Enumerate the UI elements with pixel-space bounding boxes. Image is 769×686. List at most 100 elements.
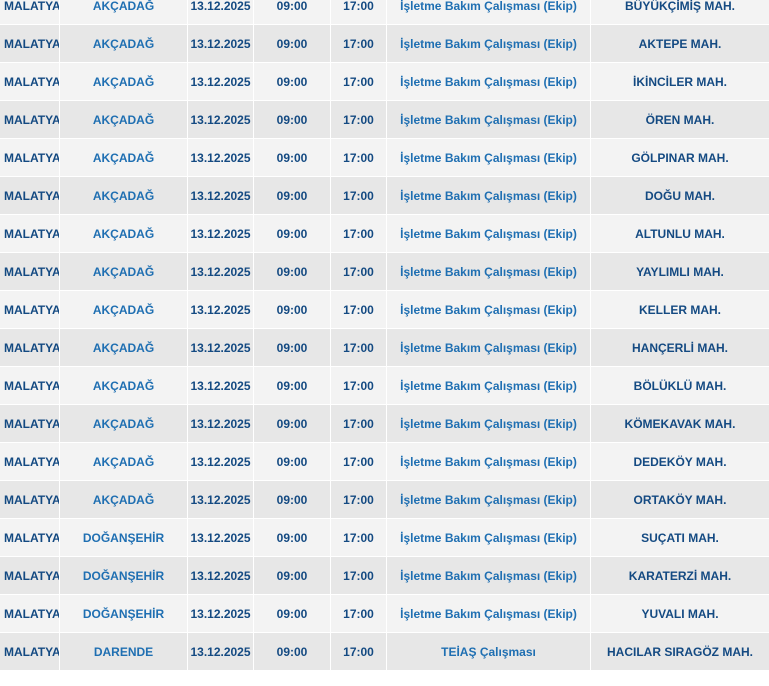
reason-cell: İşletme Bakım Çalışması (Ekip): [387, 595, 591, 632]
district-cell: AKÇADAĞ: [60, 139, 188, 176]
district-cell: AKÇADAĞ: [60, 329, 188, 366]
outage-table: MALATYA AKÇADAĞ 13.12.2025 09:00 17:00 İ…: [0, 0, 769, 671]
date-cell: 13.12.2025: [188, 519, 254, 556]
province-cell: MALATYA: [0, 557, 60, 594]
district-cell: AKÇADAĞ: [60, 101, 188, 138]
end-time-cell: 17:00: [331, 405, 387, 442]
date-cell: 13.12.2025: [188, 63, 254, 100]
reason-cell: İşletme Bakım Çalışması (Ekip): [387, 0, 591, 24]
province-cell: MALATYA: [0, 519, 60, 556]
province-cell: MALATYA: [0, 405, 60, 442]
neighborhood-cell: GÖLPINAR MAH.: [631, 150, 729, 165]
reason-cell: İşletme Bakım Çalışması (Ekip): [387, 101, 591, 138]
date-cell: 13.12.2025: [188, 633, 254, 670]
province-cell: MALATYA: [0, 0, 60, 24]
table-row: MALATYA AKÇADAĞ 13.12.2025 09:00 17:00 İ…: [0, 25, 769, 63]
start-time-cell: 09:00: [254, 367, 331, 404]
end-time-cell: 17:00: [331, 0, 387, 24]
reason-cell: İşletme Bakım Çalışması (Ekip): [387, 177, 591, 214]
reason-cell: İşletme Bakım Çalışması (Ekip): [387, 253, 591, 290]
table-row: MALATYA AKÇADAĞ 13.12.2025 09:00 17:00 İ…: [0, 177, 769, 215]
reason-cell: İşletme Bakım Çalışması (Ekip): [387, 329, 591, 366]
table-row: MALATYA AKÇADAĞ 13.12.2025 09:00 17:00 İ…: [0, 367, 769, 405]
table-row: MALATYA DOĞANŞEHİR 13.12.2025 09:00 17:0…: [0, 557, 769, 595]
end-time-cell: 17:00: [331, 25, 387, 62]
table-row: MALATYA AKÇADAĞ 13.12.2025 09:00 17:00 İ…: [0, 443, 769, 481]
reason-cell: İşletme Bakım Çalışması (Ekip): [387, 63, 591, 100]
district-cell: AKÇADAĞ: [60, 25, 188, 62]
start-time-cell: 09:00: [254, 595, 331, 632]
neighborhood-cell: DEDEKÖY MAH.: [633, 454, 727, 469]
province-cell: MALATYA: [0, 253, 60, 290]
start-time-cell: 09:00: [254, 139, 331, 176]
reason-cell: İşletme Bakım Çalışması (Ekip): [387, 443, 591, 480]
end-time-cell: 17:00: [331, 63, 387, 100]
province-cell: MALATYA: [0, 291, 60, 328]
start-time-cell: 09:00: [254, 291, 331, 328]
province-cell: MALATYA: [0, 367, 60, 404]
reason-cell: İşletme Bakım Çalışması (Ekip): [387, 25, 591, 62]
neighborhood-cell: YAYLIMLI MAH.: [636, 264, 724, 279]
end-time-cell: 17:00: [331, 557, 387, 594]
end-time-cell: 17:00: [331, 215, 387, 252]
province-cell: MALATYA: [0, 633, 60, 670]
neighborhood-cell: HANÇERLİ MAH.: [632, 340, 728, 355]
date-cell: 13.12.2025: [188, 443, 254, 480]
province-cell: MALATYA: [0, 25, 60, 62]
start-time-cell: 09:00: [254, 405, 331, 442]
district-cell: DOĞANŞEHİR: [60, 519, 188, 556]
end-time-cell: 17:00: [331, 595, 387, 632]
table-row: MALATYA AKÇADAĞ 13.12.2025 09:00 17:00 İ…: [0, 63, 769, 101]
province-cell: MALATYA: [0, 443, 60, 480]
start-time-cell: 09:00: [254, 519, 331, 556]
date-cell: 13.12.2025: [188, 215, 254, 252]
district-cell: AKÇADAĞ: [60, 405, 188, 442]
date-cell: 13.12.2025: [188, 557, 254, 594]
reason-cell: İşletme Bakım Çalışması (Ekip): [387, 291, 591, 328]
start-time-cell: 09:00: [254, 177, 331, 214]
district-cell: DOĞANŞEHİR: [60, 595, 188, 632]
date-cell: 13.12.2025: [188, 291, 254, 328]
district-cell: AKÇADAĞ: [60, 481, 188, 518]
reason-cell: İşletme Bakım Çalışması (Ekip): [387, 215, 591, 252]
province-cell: MALATYA: [0, 329, 60, 366]
reason-cell: İşletme Bakım Çalışması (Ekip): [387, 519, 591, 556]
reason-cell: İşletme Bakım Çalışması (Ekip): [387, 367, 591, 404]
district-cell: DARENDE: [60, 633, 188, 670]
end-time-cell: 17:00: [331, 253, 387, 290]
district-cell: DOĞANŞEHİR: [60, 557, 188, 594]
date-cell: 13.12.2025: [188, 253, 254, 290]
table-row: MALATYA AKÇADAĞ 13.12.2025 09:00 17:00 İ…: [0, 291, 769, 329]
start-time-cell: 09:00: [254, 329, 331, 366]
neighborhood-cell: AKTEPE MAH.: [638, 36, 722, 51]
reason-cell: İşletme Bakım Çalışması (Ekip): [387, 481, 591, 518]
date-cell: 13.12.2025: [188, 595, 254, 632]
table-row: MALATYA AKÇADAĞ 13.12.2025 09:00 17:00 İ…: [0, 0, 769, 25]
neighborhood-cell: YUVALI MAH.: [641, 606, 719, 621]
table-row: MALATYA AKÇADAĞ 13.12.2025 09:00 17:00 İ…: [0, 139, 769, 177]
date-cell: 13.12.2025: [188, 139, 254, 176]
neighborhood-cell: HACILAR SIRAGÖZ MAH.: [607, 644, 753, 659]
neighborhood-cell: İKİNCİLER MAH.: [633, 74, 727, 89]
start-time-cell: 09:00: [254, 63, 331, 100]
province-cell: MALATYA: [0, 101, 60, 138]
district-cell: AKÇADAĞ: [60, 291, 188, 328]
end-time-cell: 17:00: [331, 367, 387, 404]
date-cell: 13.12.2025: [188, 177, 254, 214]
start-time-cell: 09:00: [254, 0, 331, 24]
start-time-cell: 09:00: [254, 25, 331, 62]
province-cell: MALATYA: [0, 481, 60, 518]
neighborhood-cell: SUÇATI MAH.: [641, 530, 719, 545]
start-time-cell: 09:00: [254, 215, 331, 252]
reason-cell: TEİAŞ Çalışması: [387, 633, 591, 670]
end-time-cell: 17:00: [331, 177, 387, 214]
date-cell: 13.12.2025: [188, 481, 254, 518]
start-time-cell: 09:00: [254, 481, 331, 518]
start-time-cell: 09:00: [254, 633, 331, 670]
date-cell: 13.12.2025: [188, 367, 254, 404]
start-time-cell: 09:00: [254, 557, 331, 594]
end-time-cell: 17:00: [331, 291, 387, 328]
neighborhood-cell: ÖREN MAH.: [645, 112, 715, 127]
date-cell: 13.12.2025: [188, 25, 254, 62]
outage-table-body: MALATYA AKÇADAĞ 13.12.2025 09:00 17:00 İ…: [0, 0, 769, 671]
